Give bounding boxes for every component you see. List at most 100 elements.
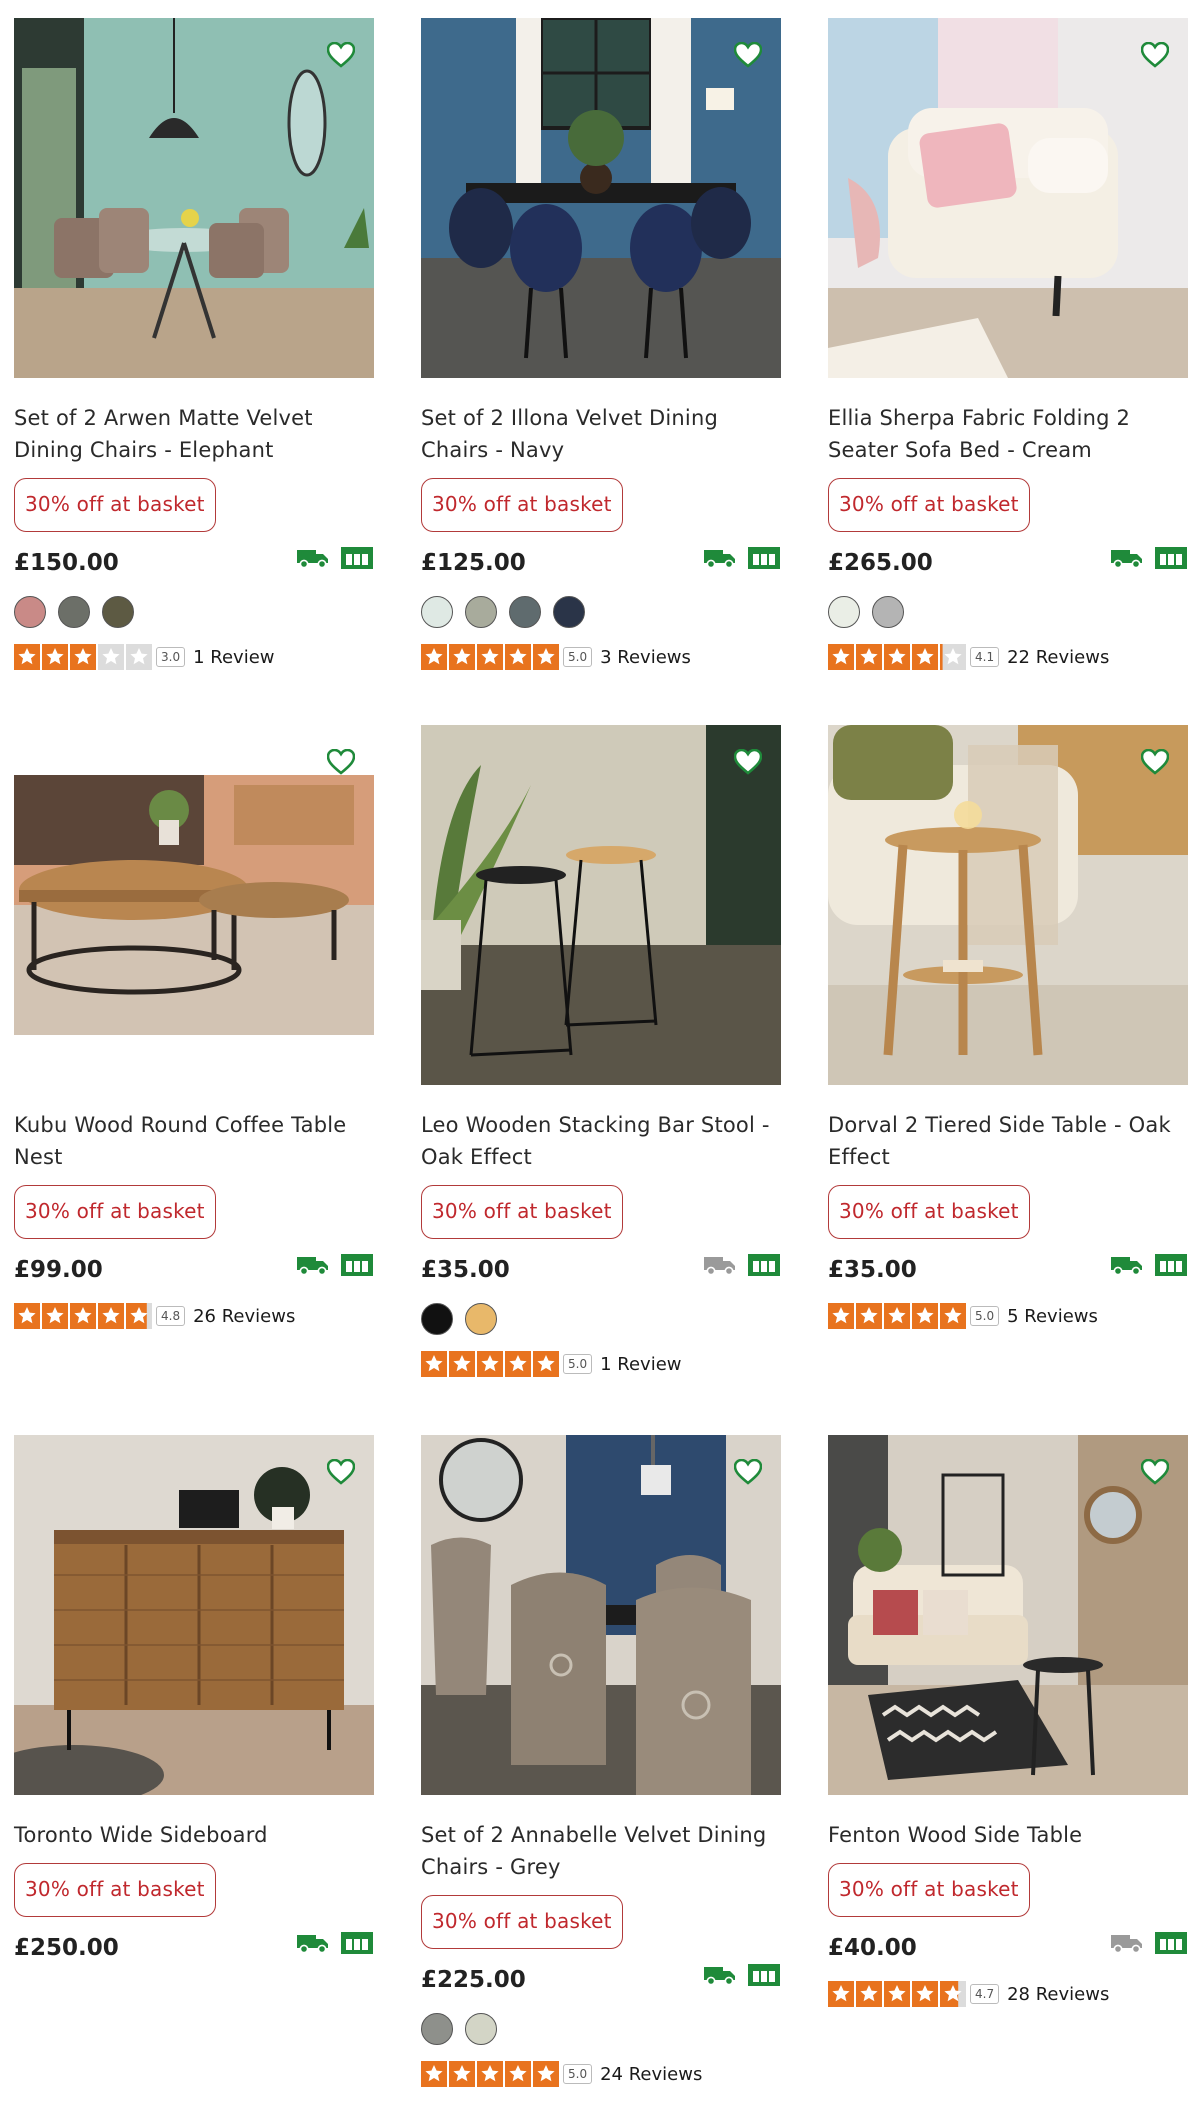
fulfilment-icons [1110, 1253, 1188, 1281]
star-icon [828, 1981, 854, 2007]
promo-badge[interactable]: 30% off at basket [828, 478, 1030, 532]
promo-badge[interactable]: 30% off at basket [828, 1863, 1030, 1917]
review-count[interactable]: 3 Reviews [600, 647, 691, 668]
promo-badge[interactable]: 30% off at basket [14, 478, 216, 532]
product-title[interactable]: Leo Wooden Stacking Bar Stool - Oak Effe… [421, 1109, 791, 1173]
product-image[interactable] [14, 18, 374, 378]
star-icon [42, 644, 68, 670]
product-rating[interactable]: 5.0 5 Reviews [828, 1303, 1200, 1329]
product-image[interactable] [828, 1435, 1188, 1795]
star-icon [884, 1303, 910, 1329]
favourite-heart-icon[interactable] [326, 747, 356, 777]
delivery-van-icon [296, 547, 330, 573]
product-image[interactable] [14, 725, 374, 1085]
colour-swatch[interactable] [465, 1303, 497, 1335]
product-title[interactable]: Set of 2 Illona Velvet Dining Chairs - N… [421, 402, 791, 466]
product-card: Set of 2 Illona Velvet Dining Chairs - N… [421, 18, 801, 670]
star-icon [421, 644, 447, 670]
star-icon [856, 1303, 882, 1329]
star-icon [940, 1303, 966, 1329]
star-icon [884, 1981, 910, 2007]
promo-badge[interactable]: 30% off at basket [421, 1895, 623, 1949]
product-card: Fenton Wood Side Table 30% off at basket… [828, 1435, 1200, 2007]
star-icon [421, 2061, 447, 2087]
fulfilment-icons [703, 546, 781, 574]
product-image[interactable] [421, 18, 781, 378]
product-rating[interactable]: 5.0 24 Reviews [421, 2061, 801, 2087]
favourite-heart-icon[interactable] [733, 40, 763, 70]
star-icon [477, 644, 503, 670]
colour-swatch[interactable] [553, 596, 585, 628]
promo-badge[interactable]: 30% off at basket [421, 1185, 623, 1239]
colour-swatch[interactable] [828, 596, 860, 628]
review-count[interactable]: 22 Reviews [1007, 647, 1109, 668]
fulfilment-icons [296, 546, 374, 574]
colour-swatch[interactable] [421, 2013, 453, 2045]
delivery-van-icon [1110, 1932, 1144, 1958]
review-count[interactable]: 26 Reviews [193, 1306, 295, 1327]
favourite-heart-icon[interactable] [1140, 747, 1170, 777]
colour-swatch[interactable] [872, 596, 904, 628]
colour-swatch[interactable] [102, 596, 134, 628]
favourite-heart-icon[interactable] [1140, 1457, 1170, 1487]
product-title[interactable]: Kubu Wood Round Coffee Table Nest [14, 1109, 384, 1173]
colour-swatch[interactable] [509, 596, 541, 628]
star-icon [828, 1303, 854, 1329]
review-count[interactable]: 28 Reviews [1007, 1984, 1109, 2005]
rating-score: 5.0 [563, 647, 593, 667]
star-icon [940, 644, 966, 670]
product-card: Set of 2 Arwen Matte Velvet Dining Chair… [14, 18, 394, 670]
product-image[interactable] [14, 1435, 374, 1795]
review-count[interactable]: 1 Review [600, 1354, 681, 1375]
colour-swatch[interactable] [465, 2013, 497, 2045]
colour-swatch[interactable] [58, 596, 90, 628]
delivery-van-icon [703, 547, 737, 573]
promo-badge[interactable]: 30% off at basket [14, 1185, 216, 1239]
star-icon [477, 1351, 503, 1377]
product-rating[interactable]: 4.1 22 Reviews [828, 644, 1200, 670]
product-rating[interactable]: 5.0 1 Review [421, 1351, 801, 1377]
product-image[interactable] [828, 18, 1188, 378]
product-rating[interactable]: 4.8 26 Reviews [14, 1303, 394, 1329]
product-image[interactable] [421, 725, 781, 1085]
colour-swatches [421, 596, 801, 628]
click-and-collect-store-icon [340, 1253, 374, 1281]
product-title[interactable]: Set of 2 Annabelle Velvet Dining Chairs … [421, 1819, 791, 1883]
price-row: £125.00 [421, 546, 781, 580]
rating-score: 4.8 [156, 1306, 186, 1326]
price-row: £40.00 [828, 1931, 1188, 1965]
favourite-heart-icon[interactable] [733, 1457, 763, 1487]
product-rating[interactable]: 3.0 1 Review [14, 644, 394, 670]
review-count[interactable]: 1 Review [193, 647, 274, 668]
colour-swatch[interactable] [465, 596, 497, 628]
product-title[interactable]: Ellia Sherpa Fabric Folding 2 Seater Sof… [828, 402, 1198, 466]
star-icon [533, 1351, 559, 1377]
product-title[interactable]: Toronto Wide Sideboard [14, 1819, 384, 1851]
favourite-heart-icon[interactable] [733, 747, 763, 777]
colour-swatch[interactable] [14, 596, 46, 628]
promo-badge[interactable]: 30% off at basket [421, 478, 623, 532]
colour-swatch[interactable] [421, 1303, 453, 1335]
product-rating[interactable]: 5.0 3 Reviews [421, 644, 801, 670]
promo-badge[interactable]: 30% off at basket [828, 1185, 1030, 1239]
product-title[interactable]: Fenton Wood Side Table [828, 1819, 1198, 1851]
product-rating[interactable]: 4.7 28 Reviews [828, 1981, 1200, 2007]
favourite-heart-icon[interactable] [1140, 40, 1170, 70]
product-image[interactable] [828, 725, 1188, 1085]
star-icon [449, 644, 475, 670]
colour-swatch[interactable] [421, 596, 453, 628]
promo-badge[interactable]: 30% off at basket [14, 1863, 216, 1917]
delivery-van-icon [296, 1254, 330, 1280]
rating-score: 4.7 [970, 1984, 1000, 2004]
star-icon [98, 644, 124, 670]
review-count[interactable]: 24 Reviews [600, 2064, 702, 2085]
favourite-heart-icon[interactable] [326, 1457, 356, 1487]
product-title[interactable]: Dorval 2 Tiered Side Table - Oak Effect [828, 1109, 1198, 1173]
delivery-van-icon [703, 1964, 737, 1990]
favourite-heart-icon[interactable] [326, 40, 356, 70]
product-card: Kubu Wood Round Coffee Table Nest 30% of… [14, 725, 394, 1329]
review-count[interactable]: 5 Reviews [1007, 1306, 1098, 1327]
product-title[interactable]: Set of 2 Arwen Matte Velvet Dining Chair… [14, 402, 384, 466]
star-icon [14, 1303, 40, 1329]
product-image[interactable] [421, 1435, 781, 1795]
